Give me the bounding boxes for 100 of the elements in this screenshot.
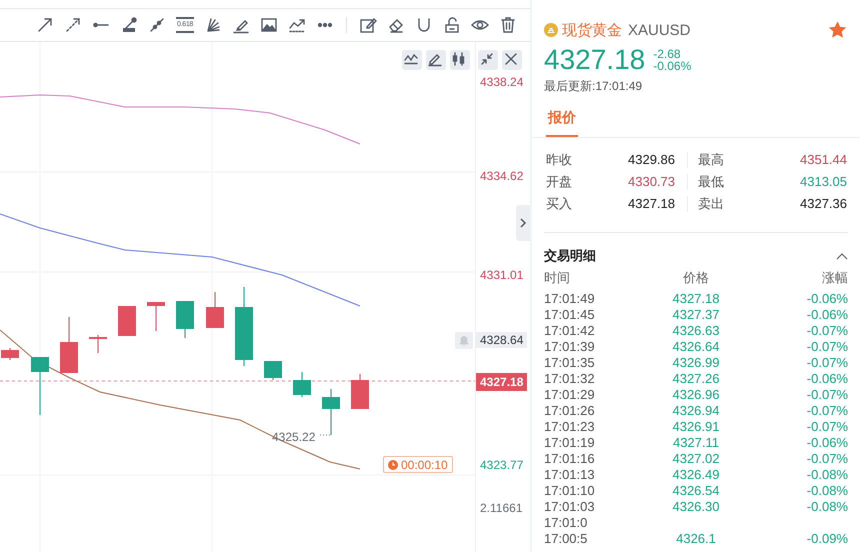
section-title: 交易明细 — [544, 247, 596, 265]
table-cell-text: 17:01:10 — [544, 483, 596, 499]
price-change: -2.68 — [653, 48, 682, 60]
stat-label: 最低 — [698, 174, 724, 190]
last-price: 4327.18 — [544, 44, 646, 76]
dashed-arrow-icon[interactable] — [64, 16, 82, 34]
table-cell-text: -0.06% — [806, 371, 848, 387]
axis-label: 2.11661 — [480, 500, 522, 516]
table-cell-text: 4327.02 — [671, 451, 720, 467]
table-cell-text: -0.07% — [806, 387, 848, 403]
table-cell-text: -0.09% — [806, 531, 848, 547]
table-cell-text: 4326.94 — [671, 403, 720, 419]
stat-value: 4330.73 — [628, 174, 675, 190]
table-cell-text: -0.07% — [806, 339, 848, 355]
star-icon[interactable] — [829, 22, 846, 38]
table-cell-text: 17:01:03 — [544, 499, 596, 515]
candle — [176, 300, 194, 338]
table-cell-text: -0.08% — [806, 467, 848, 483]
percent-change: -0.06% — [653, 60, 692, 72]
stat-label: 开盘 — [546, 174, 572, 190]
table-cell-text: 4326.99 — [671, 355, 720, 371]
axis-label: 4334.62 — [480, 168, 524, 184]
table-cell-text: 4326.30 — [671, 499, 720, 515]
axis-label: 4338.24 — [480, 74, 524, 90]
table-cell-text: 4326.49 — [671, 467, 720, 483]
table-cell-text: 4326.96 — [671, 387, 720, 403]
trash-icon[interactable] — [499, 16, 517, 34]
instrument-name: 现货黄金 — [562, 20, 622, 40]
coin-icon — [544, 23, 558, 37]
candle — [31, 356, 49, 416]
candle — [293, 372, 311, 398]
ray-line-icon[interactable] — [148, 16, 166, 34]
table-cell-text: 4326.63 — [671, 323, 720, 339]
table-cell-text: 4327.37 — [671, 307, 720, 323]
expand-handle[interactable] — [514, 205, 530, 241]
table-cell-text: 4326.91 — [671, 419, 720, 435]
close-icon[interactable] — [502, 50, 522, 70]
table-cell-text: 4326.1 — [675, 531, 717, 547]
stat-value: 4327.18 — [628, 196, 675, 212]
stat-value: 4327.36 — [800, 196, 847, 212]
stat-label: 最高 — [698, 152, 724, 168]
table-cell-text: -0.06% — [806, 307, 848, 323]
table-cell-text: 17:01:29 — [544, 387, 596, 403]
column-header: 涨幅 — [821, 269, 848, 287]
pencil-icon[interactable] — [426, 50, 446, 70]
table-cell-text: 4326.64 — [671, 339, 720, 355]
table-cell-text: 17:01:42 — [544, 323, 596, 339]
table-cell-text: 4327.11 — [672, 435, 720, 451]
table-cell-text: -0.08% — [806, 483, 848, 499]
candle — [351, 374, 369, 410]
stat-label: 买入 — [546, 196, 572, 212]
stat-value: 4313.05 — [800, 174, 847, 190]
clock-icon — [388, 460, 398, 470]
table-cell-text: -0.08% — [806, 499, 848, 515]
table-cell-text: 17:01:23 — [544, 419, 596, 435]
table-cell-text: -0.07% — [806, 355, 848, 371]
candle — [1, 348, 19, 360]
table-cell-text: 17:01:35 — [544, 355, 596, 371]
arrow-icon[interactable] — [36, 16, 54, 34]
caret-icon[interactable] — [836, 252, 848, 260]
unlock-icon[interactable] — [443, 16, 461, 34]
table-cell-text: 17:01:32 — [544, 371, 596, 387]
table-cell-text: -0.07% — [806, 451, 848, 467]
table-cell-text: 17:01:16 — [544, 451, 596, 467]
candles-icon[interactable] — [450, 50, 470, 70]
candle — [322, 388, 340, 436]
note-edit-icon[interactable] — [359, 16, 377, 34]
table-cell-text: -0.06% — [806, 291, 848, 307]
column-header: 时间 — [544, 269, 571, 287]
stat-value: 4351.44 — [800, 152, 847, 168]
last-updated: 最后更新:17:01:49 — [544, 78, 644, 95]
stat-value: 4329.86 — [628, 152, 675, 168]
indicator-icon[interactable] — [402, 50, 422, 70]
price-label: 4325.22 — [272, 430, 316, 444]
table-cell-text: -0.07% — [806, 403, 848, 419]
stat-label: 昨收 — [546, 152, 572, 168]
candle — [118, 306, 136, 336]
candle — [89, 334, 107, 354]
axis-label: 4323.77 — [480, 457, 524, 473]
table-cell-text: -0.07% — [806, 323, 848, 339]
current-price-tag: 4327.18 — [476, 373, 528, 391]
candle — [206, 292, 224, 328]
collapse-icon[interactable] — [478, 50, 498, 70]
table-cell-text: 4327.26 — [671, 371, 720, 387]
table-cell-text: 17:01:13 — [544, 467, 596, 483]
table-cell-text: 17:00:5 — [544, 531, 588, 547]
column-header: 价格 — [682, 269, 710, 287]
image-icon[interactable] — [260, 16, 278, 34]
table-cell-text: 17:01:49 — [544, 291, 596, 307]
table-cell-text: 17:01:45 — [544, 307, 596, 323]
stat-label: 卖出 — [698, 196, 724, 212]
instrument-symbol: XAUUSD — [628, 22, 692, 38]
table-cell-text: 4326.54 — [671, 483, 720, 499]
trend-line-icon[interactable] — [120, 16, 138, 34]
table-cell-text: -0.07% — [806, 419, 848, 435]
table-cell-text: 17:01:26 — [544, 403, 596, 419]
table-cell-text: 17:01:39 — [544, 339, 596, 355]
countdown-badge: 00:00:10 — [383, 456, 453, 473]
table-cell-text: -0.06% — [806, 435, 848, 451]
axis-label: 4331.01 — [480, 267, 524, 283]
